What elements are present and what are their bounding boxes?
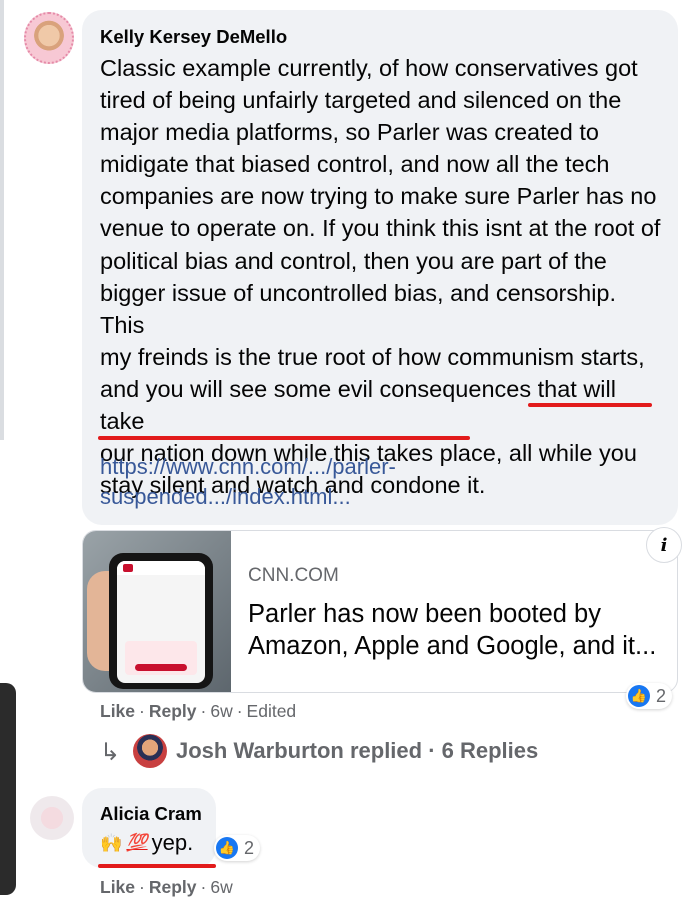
reply-button[interactable]: Reply: [149, 701, 197, 721]
like-icon: 👍: [628, 685, 650, 707]
comment-text: Classic example currently, of how conser…: [100, 52, 665, 501]
like-icon: 👍: [216, 837, 238, 859]
like-button[interactable]: Like: [100, 877, 135, 897]
comment-body: yep.: [151, 830, 194, 855]
red-underline-annotation: [98, 436, 470, 440]
comment-line: political bias and control, then you are…: [100, 247, 607, 274]
phone-screen-button: [135, 664, 187, 671]
red-underline-annotation: [528, 403, 652, 407]
link-line[interactable]: suspended.../index.html...: [100, 482, 640, 512]
avatar[interactable]: [133, 734, 167, 768]
link-line[interactable]: https://www.cnn.com/.../parler-: [100, 452, 640, 482]
reaction-count-badge[interactable]: 👍 2: [626, 683, 673, 709]
parler-logo-icon: [123, 564, 133, 572]
shared-link[interactable]: https://www.cnn.com/.../parler- suspende…: [100, 452, 640, 512]
info-icon[interactable]: i: [646, 527, 682, 563]
comment-line: major media platforms, so Parler was cre…: [100, 119, 599, 146]
comment-line: bigger issue of uncontrolled bias, and c…: [100, 279, 617, 338]
view-replies-link[interactable]: Josh Warburton replied · 6 Replies: [176, 738, 538, 764]
comment-timestamp[interactable]: 6w: [210, 877, 232, 897]
reply-arrow-icon: ↳: [100, 739, 121, 766]
headline-line[interactable]: Amazon, Apple and Google, and it...: [248, 630, 668, 662]
avatar[interactable]: [24, 12, 74, 64]
comment-line: tired of being unfairly targeted and sil…: [100, 87, 622, 114]
reaction-count: 2: [244, 837, 255, 858]
hundred-points-emoji: 💯: [126, 833, 148, 852]
comment-line: my freinds is the true root of how commu…: [100, 343, 645, 370]
comment-text: 🙌 💯 yep.: [100, 830, 193, 856]
comment-actions: Like · Reply · 6w · Edited: [100, 701, 297, 721]
link-preview-headline[interactable]: Parler has now been booted by Amazon, Ap…: [248, 598, 668, 662]
link-preview-thumbnail[interactable]: [83, 531, 231, 692]
edited-label[interactable]: Edited: [247, 701, 297, 721]
reaction-count-badge[interactable]: 👍 2: [214, 835, 261, 861]
comment-actions: Like · Reply · 6w: [100, 877, 233, 897]
left-edge-bar: [0, 0, 4, 440]
comment-timestamp[interactable]: 6w: [210, 701, 232, 721]
red-underline-annotation: [98, 864, 216, 868]
comment-line: companies are now trying to make sure Pa…: [100, 183, 657, 210]
comment-line: midigate that biased control, and now al…: [100, 151, 610, 178]
comment-author[interactable]: Alicia Cram: [100, 803, 202, 825]
like-button[interactable]: Like: [100, 701, 135, 721]
link-preview-domain: CNN.COM: [248, 565, 339, 586]
comment-line: venue to operate on. If you think this i…: [100, 215, 661, 242]
comment-bubble: [82, 788, 216, 868]
comment-line: Classic example currently, of how conser…: [100, 55, 638, 81]
comment-author[interactable]: Kelly Kersey DeMello: [100, 26, 287, 48]
raised-hands-emoji: 🙌: [100, 832, 123, 853]
side-panel-handle[interactable]: [0, 683, 16, 895]
reply-button[interactable]: Reply: [149, 877, 197, 897]
headline-line[interactable]: Parler has now been booted by: [248, 598, 668, 630]
avatar[interactable]: [30, 796, 74, 840]
reaction-count: 2: [656, 685, 667, 706]
